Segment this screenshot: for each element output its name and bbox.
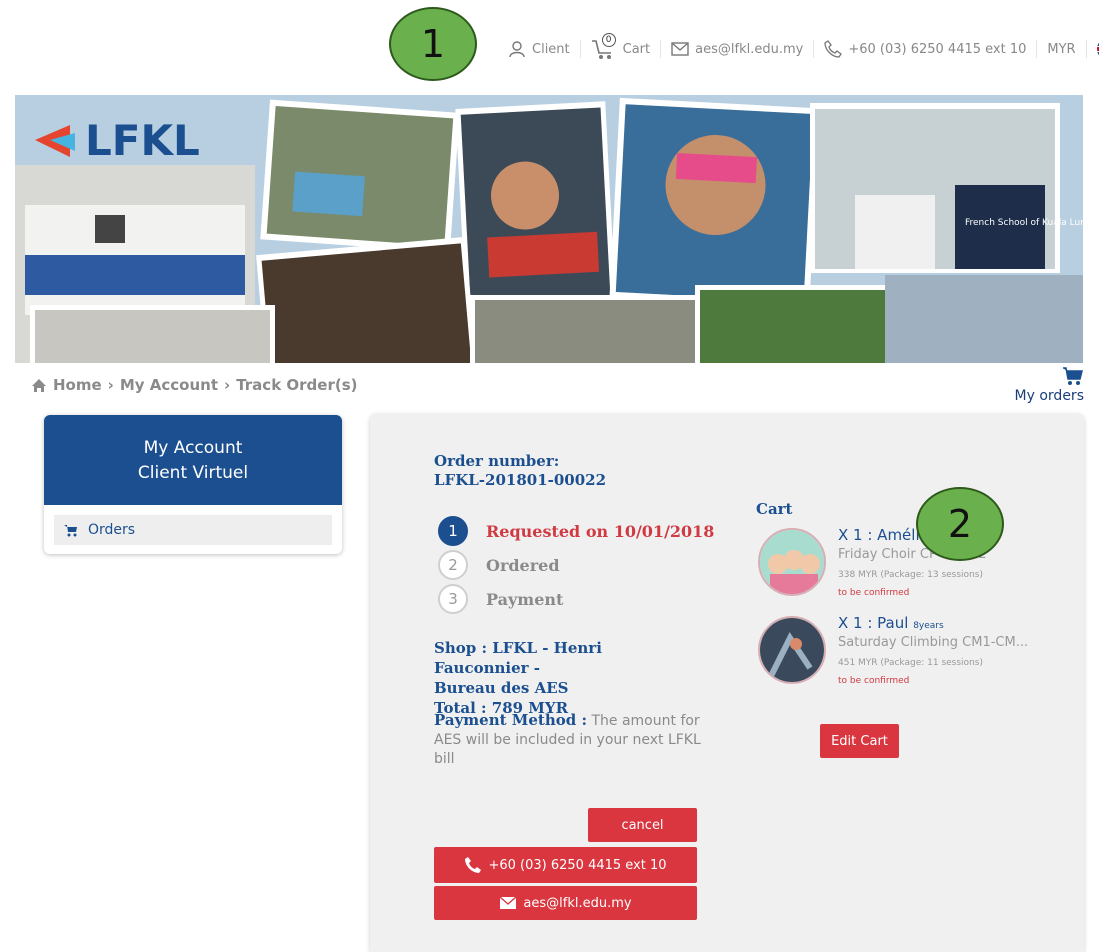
cancel-button[interactable]: cancel	[588, 808, 697, 842]
shop-info: Shop : LFKL - Henri Fauconnier - Bureau …	[434, 638, 694, 718]
cart-icon	[64, 524, 77, 536]
cart-item: X 1 : Amélie Friday Choir CP to CM2 338 …	[756, 526, 1056, 598]
chevron-right-icon: ›	[224, 376, 231, 394]
email-link[interactable]: aes@lfkl.edu.my	[661, 40, 815, 58]
cart-item-activity: Saturday Climbing CM1-CM...	[838, 635, 1029, 650]
activity-thumbnail	[758, 616, 826, 684]
phone-icon	[465, 857, 482, 873]
chevron-right-icon: ›	[107, 376, 114, 394]
currency-label: MYR	[1047, 41, 1076, 57]
client-link[interactable]: Client	[508, 40, 581, 58]
cart-item-title: X 1 : Paul 8years	[838, 614, 944, 632]
edit-cart-label: Edit Cart	[831, 733, 888, 749]
cancel-label: cancel	[621, 817, 664, 833]
breadcrumb-account[interactable]: My Account	[120, 376, 218, 394]
cart-count-badge: 0	[601, 33, 616, 47]
step-label: Payment	[486, 589, 564, 609]
cart-icon: 0	[591, 33, 617, 61]
step-requested: 1 Requested on 10/01/2018	[438, 514, 714, 548]
phone-link[interactable]: +60 (03) 6250 4415 ext 10	[814, 40, 1038, 58]
cart-item-price: 451 MYR (Package: 11 sessions)	[838, 658, 983, 668]
order-number: Order number: LFKL-201801-00022	[434, 452, 606, 490]
step-number: 2	[438, 550, 468, 580]
account-subtitle: Client Virtuel	[137, 463, 249, 483]
user-icon	[509, 41, 525, 58]
cart-link[interactable]: 0 Cart	[581, 33, 662, 61]
my-orders-label: My orders	[1014, 388, 1084, 404]
sidebar-item-orders[interactable]: Orders	[54, 515, 332, 545]
account-panel: My Account Client Virtuel Orders	[44, 415, 342, 554]
step-number: 1	[438, 516, 468, 546]
cart-item: X 1 : Paul 8years Saturday Climbing CM1-…	[756, 614, 1056, 686]
order-number-label: Order number:	[434, 452, 560, 470]
breadcrumb-home[interactable]: Home	[53, 376, 102, 394]
step-label: Ordered	[486, 555, 560, 575]
email-button-label: aes@lfkl.edu.my	[523, 895, 632, 911]
account-header: My Account Client Virtuel	[44, 415, 342, 505]
breadcrumb: Home › My Account › Track Order(s)	[31, 376, 358, 394]
email-label: aes@lfkl.edu.my	[695, 41, 804, 57]
envelope-icon	[499, 896, 517, 909]
activity-thumbnail	[758, 528, 826, 596]
hero-banner: LFKL French School of Kuala Lumpur	[15, 95, 1083, 363]
email-button[interactable]: aes@lfkl.edu.my	[434, 886, 697, 920]
cart-item-status: to be confirmed	[838, 676, 910, 686]
currency-selector[interactable]: MYR	[1037, 40, 1087, 58]
banner-collage: LFKL French School of Kuala Lumpur	[15, 95, 1083, 363]
phone-label: +60 (03) 6250 4415 ext 10	[848, 41, 1027, 57]
client-label: Client	[532, 41, 570, 57]
edit-cart-button[interactable]: Edit Cart	[820, 724, 899, 758]
payment-method-label: Payment Method :	[434, 711, 588, 729]
cart-item-price: 338 MYR (Package: 13 sessions)	[838, 570, 983, 580]
home-icon	[32, 378, 46, 392]
cart-item-status: to be confirmed	[838, 588, 910, 598]
cart-title: Cart	[756, 500, 793, 518]
phone-icon	[824, 40, 843, 58]
lfkl-logo: LFKL	[85, 116, 200, 165]
shop-line-2: Bureau des AES	[434, 679, 569, 697]
breadcrumb-track: Track Order(s)	[236, 376, 358, 394]
shop-line-1: Shop : LFKL - Henri Fauconnier -	[434, 639, 602, 677]
order-number-value: LFKL-201801-00022	[434, 471, 607, 489]
annotation-marker-2: 2	[916, 487, 1004, 561]
shirt-print-text: French School of Kuala Lumpur	[965, 218, 1083, 228]
step-payment: 3 Payment	[438, 582, 714, 616]
cart-icon	[1063, 367, 1083, 385]
cart-item-title: X 1 : Amélie	[838, 526, 929, 544]
envelope-icon	[671, 42, 689, 56]
top-bar: Client 0 Cart aes@lfkl.edu.my +60 (03) 6…	[508, 32, 1099, 66]
language-selector[interactable]	[1087, 38, 1099, 60]
order-steps: 1 Requested on 10/01/2018 2 Ordered 3 Pa…	[438, 514, 714, 616]
sidebar-item-label: Orders	[88, 522, 136, 538]
my-orders-link[interactable]: My orders	[1015, 366, 1084, 404]
step-number: 3	[438, 584, 468, 614]
call-button-label: +60 (03) 6250 4415 ext 10	[488, 857, 667, 873]
annotation-marker-1: 1	[389, 7, 477, 81]
cart-label: Cart	[622, 41, 651, 57]
call-button[interactable]: +60 (03) 6250 4415 ext 10	[434, 847, 697, 883]
payment-method: Payment Method : The amount for AES will…	[434, 711, 704, 769]
step-ordered: 2 Ordered	[438, 548, 714, 582]
account-title: My Account	[143, 438, 243, 458]
step-label: Requested on 10/01/2018	[486, 521, 715, 541]
